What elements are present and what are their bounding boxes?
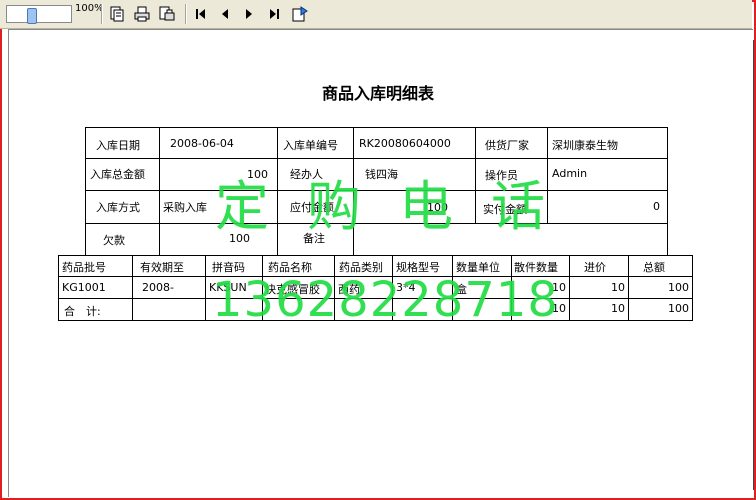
- report-title: 商品入库明细表: [321, 84, 434, 103]
- print-icon: [110, 6, 124, 22]
- table-cell: 100: [668, 281, 689, 294]
- zoom-level: 100%: [75, 3, 104, 14]
- table-cell: 10: [611, 281, 625, 294]
- grid-line: [58, 255, 59, 320]
- label-method: 入库方式: [96, 201, 140, 214]
- value-in-date: 2008-06-04: [170, 137, 234, 150]
- zoom-slider[interactable]: [6, 5, 72, 24]
- label-supplier: 供货厂家: [485, 139, 529, 152]
- grid-line: [85, 158, 668, 159]
- export-button[interactable]: [291, 5, 309, 23]
- table-cell: 2008-: [142, 281, 174, 294]
- grid-line: [692, 255, 693, 320]
- value-supplier: 深圳康泰生物: [552, 139, 618, 152]
- printer-icon: [134, 6, 150, 22]
- next-page-icon: [246, 9, 252, 19]
- value-method: 采购入库: [163, 201, 207, 214]
- grid-line: [569, 255, 570, 320]
- prev-page-icon: [222, 9, 228, 19]
- grid-line: [628, 255, 629, 320]
- prev-page-button[interactable]: [216, 5, 234, 23]
- grid-line: [85, 127, 86, 255]
- print-setup-icon: [159, 6, 175, 21]
- header-batch-no: 药品批号: [62, 261, 106, 274]
- grid-line: [159, 127, 160, 255]
- printer-button[interactable]: [133, 5, 151, 23]
- label-total: 入库总金额: [90, 168, 145, 181]
- label-in-date: 入库日期: [96, 139, 140, 152]
- header-amount: 总额: [643, 261, 665, 274]
- value-paid: 0: [653, 200, 660, 213]
- totals-amount: 100: [668, 302, 689, 315]
- grid-line: [132, 255, 133, 320]
- grid-line: [205, 255, 206, 320]
- totals-price: 10: [611, 302, 625, 315]
- label-owed: 欠款: [103, 234, 125, 247]
- toolbar-separator: [101, 4, 103, 24]
- page-edge-line: [753, 40, 754, 490]
- watermark-phone: 13628228718: [212, 272, 559, 328]
- header-expiry: 有效期至: [140, 261, 184, 274]
- grid-line: [667, 127, 668, 255]
- preview-toolbar: 100%: [0, 0, 752, 29]
- print-button[interactable]: [108, 5, 126, 23]
- zoom-slider-thumb[interactable]: [27, 8, 37, 24]
- last-page-icon: [270, 9, 279, 19]
- first-page-button[interactable]: [192, 5, 210, 23]
- print-setup-button[interactable]: [158, 5, 176, 23]
- watermark-title: 定购电话: [215, 175, 583, 238]
- label-in-no: 入库单编号: [283, 139, 338, 152]
- table-cell: KG1001: [62, 281, 106, 294]
- value-in-no: RK20080604000: [359, 137, 451, 150]
- first-page-icon: [196, 9, 205, 19]
- last-page-button[interactable]: [265, 5, 283, 23]
- grid-line: [85, 127, 668, 128]
- header-price: 进价: [584, 261, 606, 274]
- totals-label: 合 计:: [64, 305, 101, 318]
- next-page-button[interactable]: [240, 5, 258, 23]
- grid-line: [58, 255, 693, 256]
- toolbar-separator: [185, 4, 187, 24]
- export-icon: [292, 6, 308, 22]
